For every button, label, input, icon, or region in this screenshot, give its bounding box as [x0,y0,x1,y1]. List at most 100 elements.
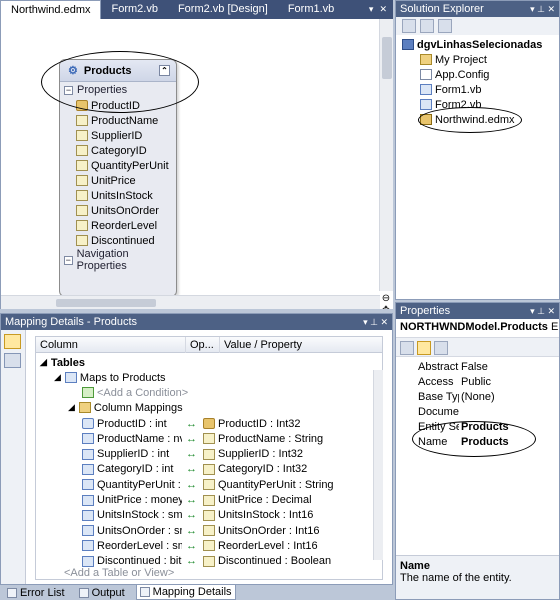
map-table-button[interactable] [4,334,21,349]
edmx-designer[interactable]: ⚙ Products ⌃ − Properties ProductID Prod… [0,19,393,309]
show-all-files-button[interactable] [420,19,434,33]
mapped-property[interactable]: UnitPrice : Decimal [218,494,312,506]
value-header[interactable]: Value / Property [220,337,370,353]
entity-property[interactable]: SupplierID [60,128,176,143]
mapped-property[interactable]: CategoryID : Int32 [218,463,307,475]
property-row[interactable]: Abstract False [396,359,559,374]
collapse-icon[interactable]: ◢ [68,402,75,413]
scroll-thumb[interactable] [56,299,156,307]
entity-property[interactable]: ProductName [60,113,176,128]
column-header[interactable]: Column [36,336,186,353]
tab-form2-vb[interactable]: Form2.vb [101,0,167,19]
designer-vertical-scrollbar[interactable] [379,19,393,291]
property-pages-button[interactable] [434,341,448,355]
entity-header[interactable]: ⚙ Products ⌃ [60,60,176,82]
column-mapping-row[interactable]: UnitsInStock : sm ↔ UnitsInStock : Int16 [82,508,313,523]
property-icon [203,463,215,475]
zoom-out-icon[interactable]: ⊖ [382,293,390,304]
tab-mapping-details[interactable]: Mapping Details [135,585,236,600]
property-icon [76,115,88,126]
property-row[interactable]: Documentatio [396,404,559,419]
properties-section[interactable]: − Properties [60,82,176,98]
tab-dropdown-icon[interactable]: ▾ [369,4,374,15]
key-icon [82,418,94,429]
collapse-icon[interactable]: ◢ [54,372,61,383]
pin-icon[interactable]: ▾ ⊥ ✕ [530,303,559,319]
column-mapping-row[interactable]: ProductID : int ↔ ProductID : Int32 [82,416,301,431]
tab-output[interactable]: Output [76,585,128,600]
column-mapping-row[interactable]: SupplierID : int ↔ SupplierID : Int32 [82,447,303,462]
entity-property[interactable]: UnitsOnOrder [60,203,176,218]
properties-object-selector[interactable]: NORTHWNDModel.Products Enti [396,319,559,337]
mapped-property[interactable]: SupplierID : Int32 [218,448,303,460]
categorized-button[interactable] [400,341,414,355]
folder-icon [78,402,91,413]
entity-property[interactable]: UnitsInStock [60,188,176,203]
column-mapping-row[interactable]: QuantityPerUnit : ↔ QuantityPerUnit : Stri… [82,477,334,492]
column-mapping-row[interactable]: UnitsOnOrder : sr ↔ UnitsOnOrder : Int16 [82,523,320,538]
tab-form1-vb[interactable]: Form1.vb [278,0,344,19]
column-icon [82,433,94,445]
collapse-box-icon[interactable]: − [64,255,73,265]
move-icon[interactable]: ✥ [382,305,390,309]
property-row[interactable]: Base Type(None) [396,389,559,404]
pin-icon[interactable]: ▾ ⊥ ✕ [530,1,559,17]
tree-item-my-project[interactable]: My Project [402,52,559,67]
column-mapping-row[interactable]: CategoryID : int ↔ CategoryID : Int32 [82,462,307,477]
column-mappings-row[interactable]: ◢ Column Mappings [68,400,183,415]
refresh-button[interactable] [438,19,452,33]
form-file-icon [420,99,432,110]
tree-item-northwind-edmx[interactable]: Northwind.edmx [402,112,559,127]
property-icon [76,160,88,171]
close-icon[interactable]: ✕ [379,4,387,15]
mapped-property[interactable]: UnitsOnOrder : Int16 [218,525,320,537]
property-icon [203,525,215,537]
mapped-property[interactable]: ReorderLevel : Int16 [218,540,318,552]
properties-label: Properties [77,84,128,96]
tables-row[interactable]: ◢ Tables [40,355,85,370]
property-row[interactable]: Name Products [396,434,559,449]
navigation-section[interactable]: − Navigation Properties [60,248,176,272]
entity-property[interactable]: ReorderLevel [60,218,176,233]
column-icon [82,540,94,552]
entity-property[interactable]: ProductID [60,98,176,113]
mapped-property[interactable]: ProductName : String [218,433,323,445]
mapping-vertical-scrollbar[interactable] [373,370,383,560]
entity-property[interactable]: Discontinued [60,233,176,248]
collapse-box-icon[interactable]: − [64,85,73,95]
property-row[interactable]: Access Public [396,374,559,389]
entity-property[interactable]: UnitPrice [60,173,176,188]
tab-error-list[interactable]: Error List [4,585,68,600]
map-arrow-icon: ↔ [186,417,197,430]
entity-products[interactable]: ⚙ Products ⌃ − Properties ProductID Prod… [59,59,177,297]
mapped-property[interactable]: UnitsInStock : Int16 [218,509,313,521]
property-row[interactable]: Entity Set NarProducts [396,419,559,434]
alphabetical-button[interactable] [417,341,431,355]
tree-project[interactable]: dgvLinhasSelecionadas [402,37,559,52]
entity-property[interactable]: CategoryID [60,143,176,158]
column-mapping-row[interactable]: ProductName : nv ↔ ProductName : String [82,431,323,446]
tree-item-form1[interactable]: Form1.vb [402,82,559,97]
collapse-icon[interactable]: ⌃ [159,65,170,76]
tree-item-app-config[interactable]: App.Config [402,67,559,82]
entity-property[interactable]: QuantityPerUnit [60,158,176,173]
tab-northwind-edmx[interactable]: Northwind.edmx [0,0,102,19]
tab-form2-design[interactable]: Form2.vb [Design] [168,0,278,19]
mapped-property[interactable]: ProductID : Int32 [218,418,301,430]
column-mapping-row[interactable]: ReorderLevel : sm ↔ ReorderLevel : Int16 [82,538,318,553]
add-table-row[interactable]: <Add a Table or View> [64,565,174,580]
designer-horizontal-scrollbar[interactable] [1,295,380,309]
scroll-thumb[interactable] [382,37,392,79]
collapse-icon[interactable]: ◢ [40,357,47,368]
pin-icon[interactable]: ▾ ⊥ ✕ [363,314,392,330]
tree-item-form2[interactable]: Form2.vb [402,97,559,112]
column-mapping-row[interactable]: UnitPrice : money ↔ UnitPrice : Decimal [82,493,312,508]
project-icon [402,39,414,50]
maps-to-row[interactable]: ◢ Maps to Products [54,370,166,385]
properties-button[interactable] [402,19,416,33]
mapped-property[interactable]: Discontinued : Boolean [218,555,331,567]
operator-header[interactable]: Op... [186,336,220,353]
add-condition-row[interactable]: <Add a Condition> [82,385,188,400]
map-functions-button[interactable] [4,353,21,368]
mapped-property[interactable]: QuantityPerUnit : String [218,479,334,491]
